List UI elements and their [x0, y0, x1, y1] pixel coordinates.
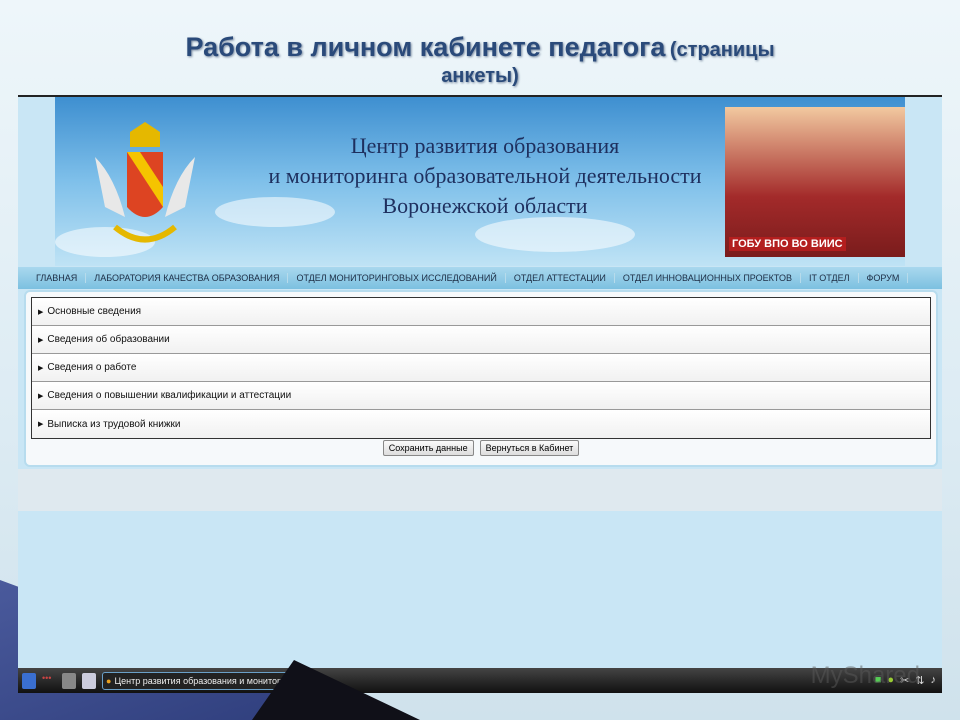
- chrome-icon: ●: [106, 675, 112, 686]
- desktop-icon[interactable]: [62, 672, 76, 689]
- dots-icon[interactable]: •••: [42, 673, 56, 689]
- accordion: ▶ Основные сведения ▶ Сведения об образова…: [31, 297, 931, 439]
- section-label: Сведения о повышении квалификации и атте…: [47, 390, 292, 401]
- section-label: Сведения об образовании: [47, 334, 170, 345]
- banner-line: Воронежской области: [382, 193, 588, 218]
- expand-triangle-icon: ▶: [38, 364, 44, 372]
- section-employment-record[interactable]: ▶ Выписка из трудовой книжки: [32, 410, 930, 438]
- watermark: MyShared: [810, 662, 920, 689]
- section-qualification[interactable]: ▶ Сведения о повышении квалификации и атт…: [32, 382, 930, 410]
- expand-triangle-icon: ▶: [38, 392, 44, 400]
- main-nav: ГЛАВНАЯ ЛАБОРАТОРИЯ КАЧЕСТВА ОБРАЗОВАНИЯ…: [18, 267, 942, 289]
- section-label: Сведения о работе: [47, 362, 137, 373]
- nav-attestation[interactable]: ОТДЕЛ АТТЕСТАЦИИ: [506, 273, 615, 283]
- banner-line: Центр развития образования: [350, 133, 620, 158]
- nav-forum[interactable]: ФОРУМ: [859, 273, 909, 283]
- nav-it[interactable]: IT ОТДЕЛ: [801, 273, 859, 283]
- taskbar-window-button[interactable]: ● Центр развития образования и мониторинг…: [102, 671, 292, 690]
- window-title: Центр развития образования и мониторинга: [114, 675, 292, 686]
- volume-icon[interactable]: ♪: [931, 674, 937, 687]
- slide-title: Работа в личном кабинете педагога (стран…: [0, 32, 960, 88]
- nav-quality-lab[interactable]: ЛАБОРАТОРИЯ КАЧЕСТВА ОБРАЗОВАНИЯ: [86, 273, 289, 283]
- nav-home[interactable]: ГЛАВНАЯ: [28, 273, 87, 283]
- coat-of-arms-icon: [95, 122, 195, 243]
- browser-screenshot: Центр развития образования и мониторинга…: [18, 95, 942, 693]
- students-photo: ГОБУ ВПО ВО ВИИС: [725, 107, 905, 257]
- nav-monitoring[interactable]: ОТДЕЛ МОНИТОРИНГОВЫХ ИССЛЕДОВАНИЙ: [288, 273, 506, 283]
- form-panel: ▶ Основные сведения ▶ Сведения об образова…: [24, 290, 938, 467]
- section-work[interactable]: ▶ Сведения о работе: [32, 354, 930, 382]
- file-manager-icon[interactable]: [82, 672, 96, 689]
- site-banner: Центр развития образования и мониторинга…: [55, 97, 905, 266]
- save-button[interactable]: Сохранить данные: [382, 440, 474, 456]
- title-main: Работа в личном кабинете педагога: [185, 32, 666, 62]
- expand-triangle-icon: ▶: [38, 421, 44, 428]
- org-badge: ГОБУ ВПО ВО ВИИС: [729, 237, 846, 251]
- expand-triangle-icon: ▶: [38, 336, 44, 344]
- section-basic-info[interactable]: ▶ Основные сведения: [32, 298, 930, 326]
- back-to-cabinet-button[interactable]: Вернуться в Кабинет: [479, 440, 580, 456]
- page-footer-area: [18, 469, 942, 511]
- section-label: Выписка из трудовой книжки: [47, 418, 181, 430]
- banner-title: Центр развития образования и мониторинга…: [245, 131, 725, 221]
- banner-line: и мониторинга образовательной деятельнос…: [268, 163, 702, 188]
- nav-innovation[interactable]: ОТДЕЛ ИННОВАЦИОННЫХ ПРОЕКТОВ: [615, 273, 801, 283]
- title-sub-2: анкеты): [441, 65, 519, 87]
- section-education[interactable]: ▶ Сведения об образовании: [32, 326, 930, 354]
- expand-triangle-icon: ▶: [38, 308, 44, 316]
- form-actions: Сохранить данные Вернуться в Кабинет: [26, 440, 936, 456]
- taskbar: ••• ● Центр развития образования и монито…: [18, 668, 942, 693]
- title-sub: (страницы: [669, 39, 775, 61]
- section-label: Основные сведения: [47, 306, 142, 317]
- start-menu-icon[interactable]: [22, 672, 36, 689]
